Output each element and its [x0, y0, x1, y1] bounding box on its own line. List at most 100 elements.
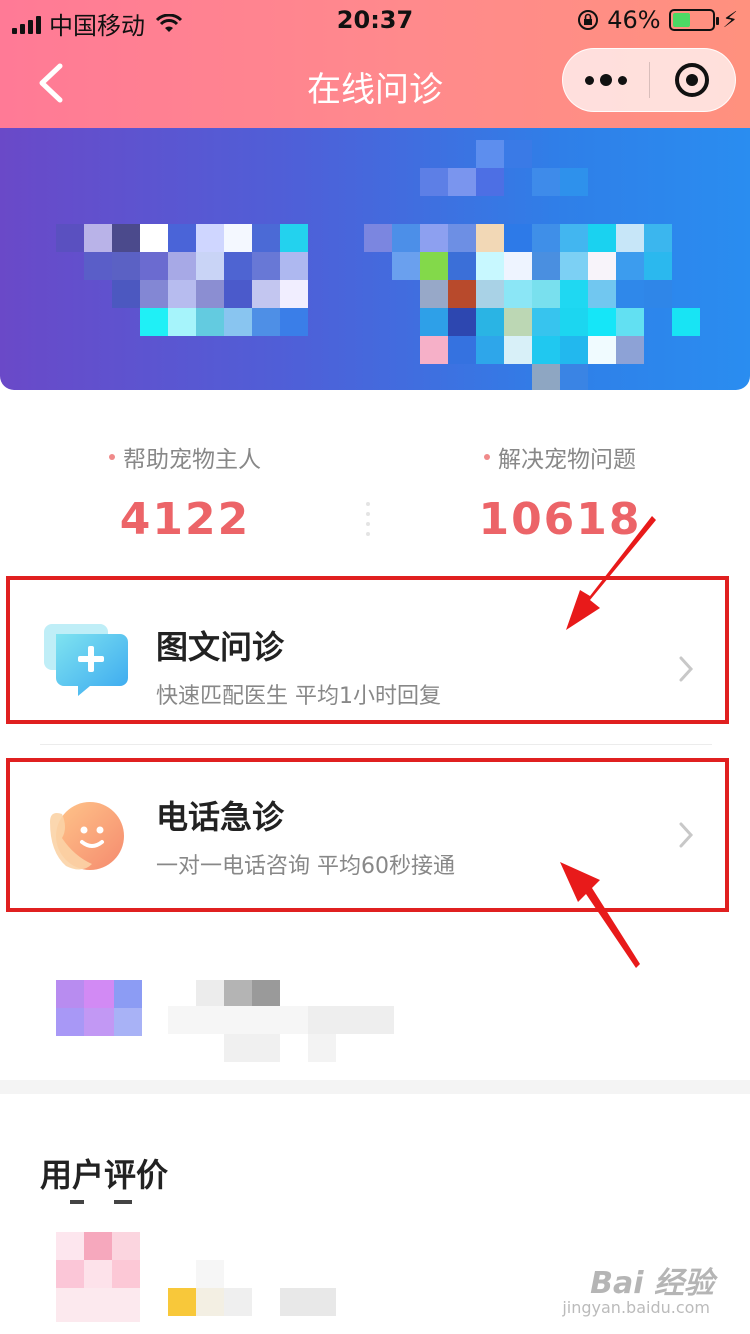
- banner-pixel: [420, 336, 448, 364]
- banner-pixel: [448, 168, 476, 196]
- stat-label: 解决宠物问题: [498, 447, 636, 473]
- banner-pixel: [448, 336, 476, 364]
- banner-pixel: [420, 224, 448, 252]
- banner-pixel: [616, 252, 644, 280]
- service-title: 电话急诊: [156, 798, 285, 836]
- reviews-section-title: 用户评价: [40, 1156, 169, 1194]
- banner-pixel: [112, 280, 140, 308]
- banner-pixel: [532, 336, 560, 364]
- banner-pixel: [588, 308, 616, 336]
- banner-pixel: [532, 224, 560, 252]
- banner-pixel: [532, 280, 560, 308]
- banner-pixel: [224, 280, 252, 308]
- banner-pixel: [476, 308, 504, 336]
- banner-pixel: [252, 224, 280, 252]
- banner-pixel: [224, 308, 252, 336]
- banner-pixel: [532, 252, 560, 280]
- banner-pixel: [644, 224, 672, 252]
- stat-label: 帮助宠物主人: [123, 447, 261, 473]
- banner-pixel: [448, 308, 476, 336]
- banner-pixel: [224, 224, 252, 252]
- banner-pixel: [476, 252, 504, 280]
- banner-pixel: [140, 280, 168, 308]
- banner-pixel: [504, 140, 532, 168]
- banner-pixel: [252, 252, 280, 280]
- banner-pixel: [196, 280, 224, 308]
- banner-pixel: [588, 224, 616, 252]
- banner-pixel: [168, 308, 196, 336]
- close-button[interactable]: [650, 48, 736, 112]
- banner-pixel: [196, 252, 224, 280]
- battery-percent: 46%: [607, 6, 661, 34]
- status-bar: 中国移动 20:37 46% ⚡: [0, 0, 750, 40]
- banner-pixel: [448, 252, 476, 280]
- banner-pixel: [84, 224, 112, 252]
- banner-pixel: [616, 308, 644, 336]
- banner-pixel: [252, 308, 280, 336]
- banner-pixel: [420, 252, 448, 280]
- banner-pixel: [672, 308, 700, 336]
- banner-pixel: [252, 280, 280, 308]
- chevron-right-icon: [679, 822, 694, 848]
- stat-helped-owners: 帮助宠物主人 4122: [35, 440, 335, 545]
- banner-pixel: [392, 224, 420, 252]
- banner-pixel: [476, 140, 504, 168]
- banner-pixel: [588, 280, 616, 308]
- banner-pixel: [504, 252, 532, 280]
- stat-separator: [366, 502, 370, 536]
- promo-banner[interactable]: [0, 128, 750, 390]
- mini-program-capsule: [562, 48, 736, 112]
- blurred-icon: [56, 980, 142, 1036]
- banner-pixel: [560, 252, 588, 280]
- banner-pixel: [140, 308, 168, 336]
- blurred-text: [168, 980, 394, 1064]
- banner-pixel: [392, 252, 420, 280]
- banner-pixel: [588, 252, 616, 280]
- banner-pixel: [112, 224, 140, 252]
- banner-pixel: [168, 224, 196, 252]
- reviews-tab-indicator: [70, 1200, 140, 1206]
- section-gap: [0, 1080, 750, 1094]
- banner-pixel: [476, 280, 504, 308]
- banner-pixel: [280, 224, 308, 252]
- annotation-arrow-icon: [560, 862, 640, 968]
- more-button[interactable]: [563, 48, 649, 112]
- banner-pixel: [504, 224, 532, 252]
- banner-pixel: [560, 168, 588, 196]
- smiley-phone-icon: [50, 802, 124, 870]
- chevron-right-icon: [679, 656, 694, 682]
- banner-pixel: [560, 336, 588, 364]
- banner-pixel: [532, 364, 560, 390]
- banner-pixel: [84, 252, 112, 280]
- divider: [40, 744, 712, 745]
- banner-pixel: [616, 224, 644, 252]
- blurred-review-text: [168, 1260, 338, 1316]
- banner-pixel: [644, 252, 672, 280]
- header: 中国移动 20:37 46% ⚡ 在线问诊: [0, 0, 750, 128]
- banner-pixel: [448, 280, 476, 308]
- banner-pixel: [420, 308, 448, 336]
- watermark-url: jingyan.baidu.com: [562, 1298, 710, 1317]
- blurred-avatar: [56, 1232, 140, 1322]
- banner-pixel: [532, 308, 560, 336]
- banner-pixel: [280, 280, 308, 308]
- stat-value: 4122: [119, 494, 251, 545]
- more-dots-icon: [584, 75, 594, 85]
- banner-pixel: [140, 252, 168, 280]
- banner-pixel: [616, 336, 644, 364]
- banner-pixel: [224, 252, 252, 280]
- banner-pixel: [560, 224, 588, 252]
- banner-pixel: [168, 280, 196, 308]
- banner-pixel: [560, 280, 588, 308]
- battery-icon: [668, 9, 719, 31]
- banner-pixel: [616, 280, 644, 308]
- banner-pixel: [420, 168, 448, 196]
- banner-pixel: [112, 252, 140, 280]
- banner-pixel: [364, 224, 392, 252]
- banner-pixel: [168, 252, 196, 280]
- banner-pixel: [280, 308, 308, 336]
- banner-pixel: [196, 308, 224, 336]
- banner-pixel: [504, 280, 532, 308]
- rotation-lock-icon: [578, 10, 599, 30]
- banner-pixel: [560, 308, 588, 336]
